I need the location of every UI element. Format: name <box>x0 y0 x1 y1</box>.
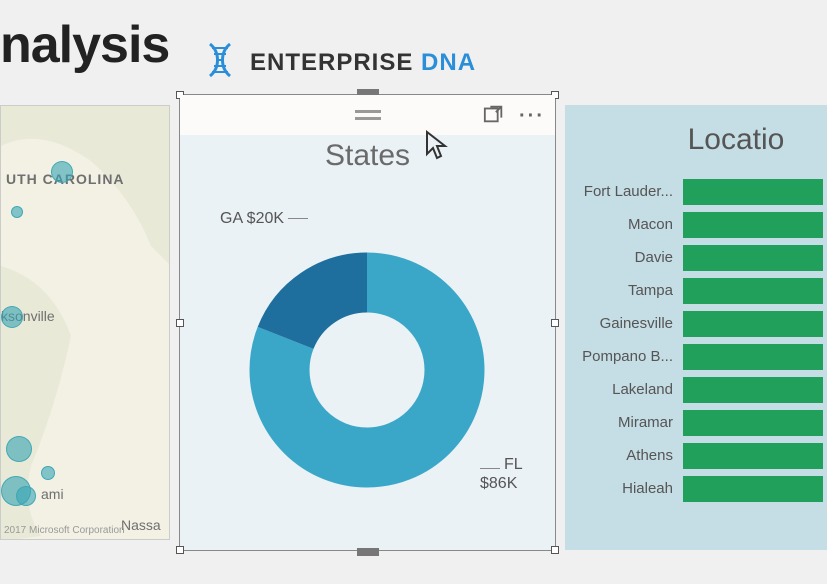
location-row[interactable]: Tampa <box>565 274 827 307</box>
resize-handle-l[interactable] <box>176 319 184 327</box>
location-bar[interactable] <box>683 212 823 238</box>
map-city-label: Nassa <box>121 517 161 533</box>
page-title: nalysis <box>0 15 169 75</box>
map-copyright: 2017 Microsoft Corporation <box>4 525 125 536</box>
map-bubble[interactable] <box>41 466 55 480</box>
location-label: Davie <box>565 249 683 266</box>
location-bar[interactable] <box>683 476 823 502</box>
locations-title: Locatio <box>565 123 827 157</box>
location-row[interactable]: Macon <box>565 208 827 241</box>
map-bubble[interactable] <box>6 436 32 462</box>
location-bar[interactable] <box>683 344 823 370</box>
location-bar[interactable] <box>683 278 823 304</box>
location-bar[interactable] <box>683 311 823 337</box>
drag-handle-icon[interactable] <box>355 110 381 120</box>
visual-header[interactable]: ··· <box>180 95 555 135</box>
states-visual[interactable]: ··· States GA $20K FL $86K <box>180 95 555 550</box>
map-bubble[interactable] <box>51 161 73 183</box>
map-city-label: ami <box>41 486 64 502</box>
donut-label-ga: GA $20K <box>220 210 308 228</box>
location-label: Tampa <box>565 282 683 299</box>
map-visual[interactable]: UTH CAROLINA ksonville ami Nassa 2017 Mi… <box>0 105 170 540</box>
location-bar[interactable] <box>683 410 823 436</box>
map-bubble[interactable] <box>16 486 36 506</box>
location-bar[interactable] <box>683 443 823 469</box>
location-row[interactable]: Athens <box>565 439 827 472</box>
location-row[interactable]: Gainesville <box>565 307 827 340</box>
location-row[interactable]: Pompano B... <box>565 340 827 373</box>
location-label: Gainesville <box>565 315 683 332</box>
location-row[interactable]: Miramar <box>565 406 827 439</box>
map-bubble[interactable] <box>1 306 23 328</box>
location-label: Macon <box>565 216 683 233</box>
location-label: Fort Lauder... <box>565 183 683 200</box>
location-row[interactable]: Lakeland <box>565 373 827 406</box>
location-row[interactable]: Hialeah <box>565 472 827 505</box>
dna-icon <box>200 40 240 85</box>
location-label: Lakeland <box>565 381 683 398</box>
cursor-icon <box>425 130 449 160</box>
location-bar[interactable] <box>683 245 823 271</box>
locations-visual[interactable]: Locatio Fort Lauder... Macon Davie Tampa Gai… <box>565 105 827 550</box>
chart-title: States <box>180 139 555 173</box>
resize-handle-r[interactable] <box>551 319 559 327</box>
donut-chart[interactable] <box>242 245 492 495</box>
location-row[interactable]: Davie <box>565 241 827 274</box>
location-bar[interactable] <box>683 179 823 205</box>
resize-handle-b[interactable] <box>357 548 379 556</box>
map-bubble[interactable] <box>11 206 23 218</box>
location-label: Pompano B... <box>565 348 683 365</box>
location-label: Athens <box>565 447 683 464</box>
brand-logo: ENTERPRISE DNA <box>200 40 476 85</box>
focus-mode-icon[interactable] <box>483 103 505 130</box>
location-label: Hialeah <box>565 480 683 497</box>
location-label: Miramar <box>565 414 683 431</box>
more-options-icon[interactable]: ··· <box>519 105 545 128</box>
resize-handle-bl[interactable] <box>176 546 184 554</box>
location-bar[interactable] <box>683 377 823 403</box>
location-row[interactable]: Fort Lauder... <box>565 175 827 208</box>
brand-text: ENTERPRISE DNA <box>250 49 476 77</box>
resize-handle-br[interactable] <box>551 546 559 554</box>
